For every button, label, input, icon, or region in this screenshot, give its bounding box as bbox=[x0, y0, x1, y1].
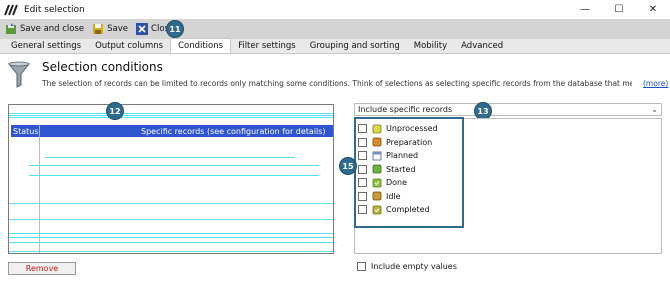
app-icon bbox=[4, 4, 18, 16]
include-empty-label: Include empty values bbox=[371, 262, 457, 271]
close-icon bbox=[136, 23, 149, 35]
save-and-close-button[interactable]: Save and close bbox=[2, 20, 87, 38]
cyan-marker-line bbox=[9, 237, 333, 238]
include-empty-checkbox[interactable] bbox=[357, 262, 366, 271]
section-header: Selection conditions The selection of re… bbox=[0, 55, 670, 93]
include-mode-value: Include specific records bbox=[358, 105, 453, 114]
page-title: Selection conditions bbox=[42, 60, 163, 74]
tab-general-settings[interactable]: General settings bbox=[4, 39, 88, 53]
window-title: Edit selection bbox=[24, 4, 85, 15]
cyan-marker-line bbox=[39, 125, 40, 253]
cyan-marker-line bbox=[9, 219, 333, 220]
funnel-filter-icon bbox=[7, 61, 31, 89]
tab-conditions[interactable]: Conditions bbox=[170, 38, 232, 53]
callout-badge-15: 15 bbox=[339, 157, 357, 175]
grid-col-status: Status bbox=[13, 126, 39, 136]
close-window-button[interactable]: ✕ bbox=[636, 0, 670, 19]
callout-badge-12: 12 bbox=[106, 102, 124, 120]
tab-bar: General settings Output columns Conditio… bbox=[0, 38, 670, 54]
title-bar: Edit selection — ☐ ✕ bbox=[0, 0, 670, 19]
tab-mobility[interactable]: Mobility bbox=[407, 39, 454, 53]
cyan-marker-line bbox=[9, 113, 333, 114]
tab-grouping-and-sorting[interactable]: Grouping and sorting bbox=[303, 39, 407, 53]
save-icon bbox=[92, 23, 104, 35]
cyan-marker-line bbox=[9, 117, 333, 118]
cyan-marker-line bbox=[9, 115, 333, 116]
tab-output-columns[interactable]: Output columns bbox=[88, 39, 170, 53]
toolbar: Save and close Save Close bbox=[0, 19, 670, 39]
grid-col-records: Specific records (see configuration for … bbox=[141, 126, 326, 136]
page-description: The selection of records can be limited … bbox=[42, 79, 632, 88]
save-button[interactable]: Save bbox=[89, 20, 131, 38]
cyan-marker-line bbox=[29, 175, 319, 176]
save-and-close-label: Save and close bbox=[20, 24, 85, 34]
maximize-button[interactable]: ☐ bbox=[602, 0, 636, 19]
tab-filter-settings[interactable]: Filter settings bbox=[231, 39, 303, 53]
tab-advanced[interactable]: Advanced bbox=[454, 39, 510, 53]
include-empty-option[interactable]: Include empty values bbox=[355, 262, 457, 271]
more-link[interactable]: (more) bbox=[643, 79, 668, 88]
status-highlight-box bbox=[354, 117, 464, 228]
callout-badge-11: 11 bbox=[166, 20, 184, 38]
conditions-grid[interactable]: Status Specific records (see configurati… bbox=[8, 104, 334, 254]
minimize-button[interactable]: — bbox=[568, 0, 602, 19]
cyan-marker-line bbox=[9, 233, 333, 234]
cyan-marker-line bbox=[29, 165, 319, 166]
include-mode-select[interactable]: Include specific records ⌄ bbox=[354, 103, 662, 116]
cyan-marker-line bbox=[45, 157, 295, 158]
remove-button[interactable]: Remove bbox=[8, 262, 76, 275]
grid-selected-row[interactable]: Status Specific records (see configurati… bbox=[11, 125, 333, 137]
save-label: Save bbox=[107, 24, 129, 34]
cyan-marker-line bbox=[9, 203, 333, 204]
cyan-marker-line bbox=[9, 242, 333, 243]
save-and-close-icon bbox=[5, 23, 17, 35]
chevron-down-icon: ⌄ bbox=[651, 105, 658, 114]
cyan-marker-line bbox=[9, 251, 333, 252]
